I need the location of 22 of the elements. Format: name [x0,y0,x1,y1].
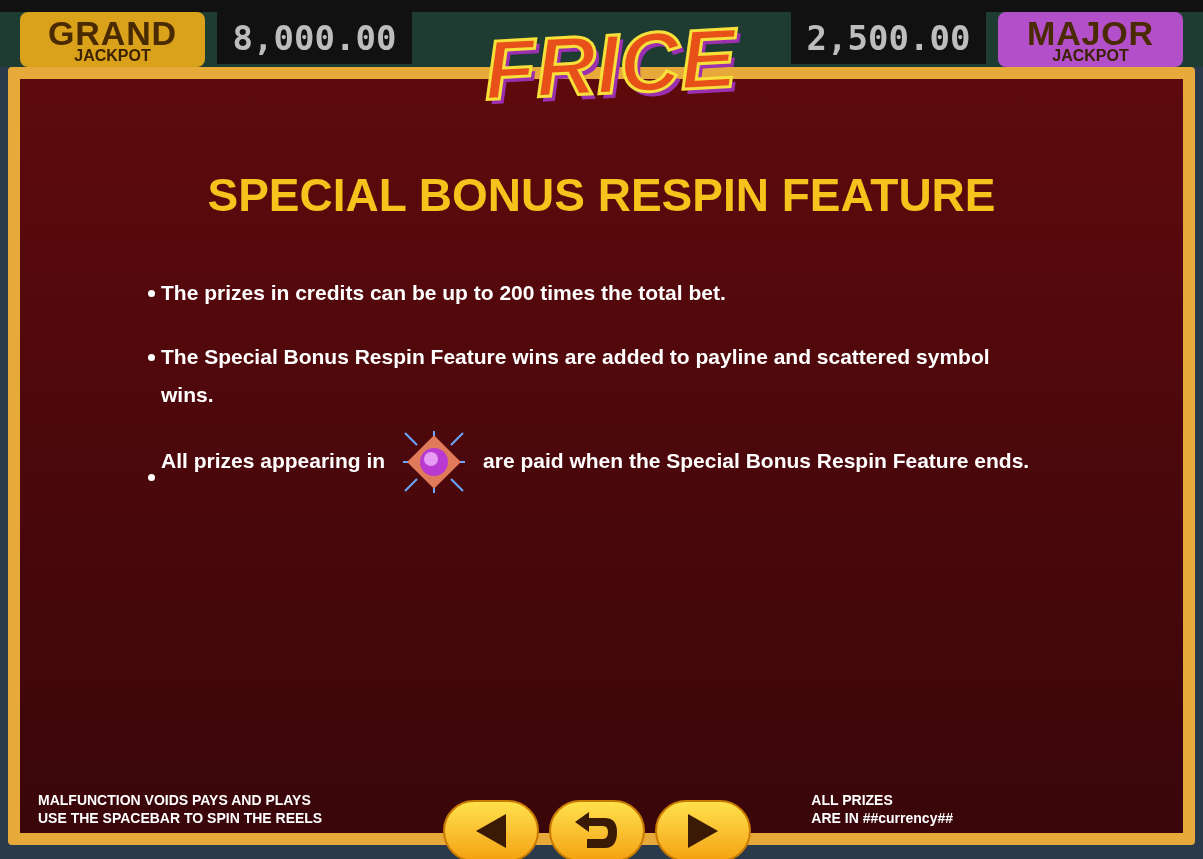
back-button[interactable] [549,800,645,859]
next-button[interactable] [655,800,751,859]
left-arrow-icon [476,814,506,848]
panel-title: SPECIAL BONUS RESPIN FEATURE [206,168,997,223]
bullet-text: The prizes in credits can be up to 200 times the total bet. [161,280,726,306]
footer-note: USE THE SPACEBAR TO SPIN THE REELS [38,809,323,827]
jackpot-value: 8,000.00 [217,12,412,64]
game-logo: FRICE [480,9,740,120]
footer-note: MALFUNCTION VOIDS PAYS AND PLAYS [38,791,312,809]
gem-icon [401,429,468,496]
footer-note: ARE IN ##currency## [811,809,953,827]
previous-button[interactable] [443,800,539,859]
jackpot-value: 2,500.00 [791,12,986,64]
right-arrow-icon [688,814,718,848]
jackpot-label: JACKPOT [1052,48,1129,64]
footer-note: ALL PRIZES [811,791,894,809]
jackpot-name: GRAND [48,16,177,50]
bullet-text: All prizes appearing in are paid when the Special Bonus Respin Feature ends. [161,424,1030,498]
bullet-text: The Special Bonus Respin Feature wins are added to payline and scattered symbol wins. [161,344,991,408]
return-icon [575,812,619,850]
jackpot-label: JACKPOT [74,48,151,64]
jackpot-name: MAJOR [1026,16,1154,50]
